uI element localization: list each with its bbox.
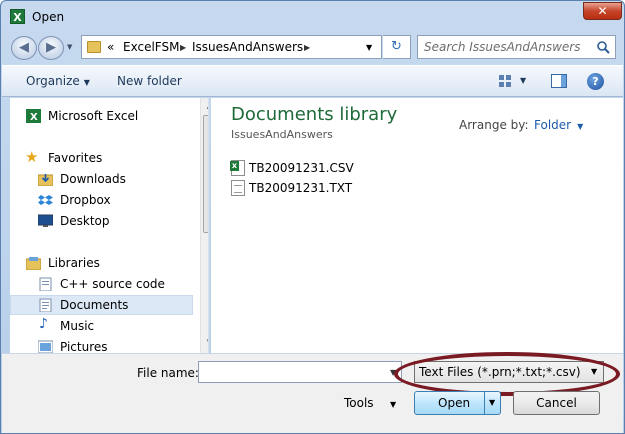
nav-item-label: Music <box>60 319 95 333</box>
chevron-down-icon: ▼ <box>577 122 584 131</box>
nav-item-dropbox[interactable]: Dropbox <box>10 190 193 210</box>
nav-item-label: C++ source code <box>60 277 165 291</box>
file-type-filter[interactable]: Text Files (*.prn;*.txt;*.csv) ▼ <box>414 361 604 383</box>
scroll-up-icon[interactable]: ▲ <box>201 98 208 114</box>
music-icon: ♪ <box>39 316 48 332</box>
nav-item-cpp-source-code[interactable]: C++ source code <box>10 274 193 294</box>
nav-scrollbar[interactable]: ▲ ▼ <box>200 98 208 353</box>
preview-pane-icon[interactable] <box>551 74 567 88</box>
open-dialog: X Open ✕ ◀ ▶ ▼ « ExcelFSM ▶ IssuesAndAns… <box>0 0 625 434</box>
scroll-thumb[interactable] <box>203 115 208 233</box>
open-dropdown-icon[interactable]: ▼ <box>489 398 495 407</box>
library-subtitle: IssuesAndAnswers <box>231 128 333 141</box>
nav-item-favorites[interactable]: ★ Favorites <box>10 148 193 168</box>
cancel-button[interactable]: Cancel <box>513 391 600 415</box>
dialog-footer: File name: ▼ Text Files (*.prn;*.txt;*.c… <box>2 352 623 433</box>
command-bar: Organize ▼ New folder ▼ ? <box>2 65 623 97</box>
close-button[interactable]: ✕ <box>583 2 622 20</box>
pictures-icon <box>38 340 53 353</box>
nav-item-label: Microsoft Excel <box>48 109 139 123</box>
file-type-value: Text Files (*.prn;*.txt;*.csv) <box>419 365 581 379</box>
address-bar[interactable]: « ExcelFSM ▶ IssuesAndAnswers ▶ ▼ <box>81 35 382 59</box>
nav-item-documents[interactable]: Documents <box>10 295 193 315</box>
file-name-input[interactable] <box>198 361 402 383</box>
arrange-by-dropdown[interactable]: Folder ▼ <box>534 118 583 132</box>
breadcrumb-separator[interactable]: ▶ <box>304 43 310 52</box>
forward-button[interactable]: ▶ <box>38 36 64 60</box>
address-overflow[interactable]: « <box>107 40 114 54</box>
search-input[interactable]: Search IssuesAndAnswers <box>417 35 616 59</box>
nav-item-label: Downloads <box>60 172 126 186</box>
search-icon <box>597 41 610 54</box>
nav-item-pictures[interactable]: Pictures <box>10 337 193 353</box>
file-name: TB20091231.TXT <box>249 181 353 195</box>
window-title: Open <box>32 10 65 24</box>
nav-item-music[interactable]: ♪ Music <box>10 316 193 336</box>
title-bar: X Open ✕ <box>1 1 624 31</box>
nav-item-microsoft-excel[interactable]: X Microsoft Excel <box>10 106 193 126</box>
breadcrumb-separator[interactable]: ▶ <box>180 43 186 52</box>
back-button[interactable]: ◀ <box>11 36 37 60</box>
nav-item-label: Desktop <box>60 214 110 228</box>
folder-icon <box>87 41 101 53</box>
nav-item-label: Libraries <box>48 256 100 270</box>
address-dropdown[interactable]: ▼ <box>366 43 372 52</box>
nav-item-label: Documents <box>60 298 129 312</box>
breadcrumb-excelfsm[interactable]: ExcelFSM <box>123 40 179 54</box>
file-name-label: File name: <box>137 366 199 380</box>
arrange-by-value: Folder <box>534 118 572 132</box>
file-list-pane: Documents library IssuesAndAnswers Arran… <box>211 98 623 353</box>
open-button[interactable]: Open ▼ <box>414 391 501 415</box>
excel-app-icon: X <box>10 9 25 24</box>
file-item-csv[interactable]: TB20091231.CSV <box>230 159 471 177</box>
nav-item-label: Dropbox <box>60 193 111 207</box>
dropbox-icon <box>38 195 53 205</box>
downloads-folder-icon <box>38 174 53 186</box>
nav-item-label: Favorites <box>48 151 103 165</box>
excel-icon: X <box>26 109 41 123</box>
tools-dropdown-icon[interactable]: ▼ <box>390 400 396 409</box>
views-dropdown-icon[interactable]: ▼ <box>520 76 526 85</box>
text-file-icon <box>231 180 245 196</box>
help-icon[interactable]: ? <box>587 73 604 90</box>
tools-button[interactable]: Tools <box>344 396 374 410</box>
navigation-pane: X Microsoft Excel ★ Favorites Downloads … <box>10 98 209 353</box>
library-title: Documents library <box>231 104 398 125</box>
organize-button[interactable]: Organize ▼ <box>26 74 90 88</box>
scroll-down-icon[interactable]: ▼ <box>201 334 208 350</box>
library-folder-icon <box>39 277 52 291</box>
svg-text:X: X <box>30 112 38 123</box>
desktop-icon <box>38 214 53 227</box>
open-label: Open <box>438 396 471 410</box>
views-icon[interactable] <box>498 74 512 88</box>
chevron-down-icon: ▼ <box>591 367 598 376</box>
nav-item-libraries[interactable]: Libraries <box>10 253 193 273</box>
documents-icon <box>39 298 52 312</box>
refresh-button[interactable]: ↻ <box>383 35 411 59</box>
nav-item-label: Pictures <box>60 340 108 353</box>
organize-label: Organize <box>26 74 80 88</box>
csv-file-icon <box>230 160 245 176</box>
libraries-icon <box>26 257 41 270</box>
new-folder-button[interactable]: New folder <box>117 74 182 88</box>
recent-locations-dropdown[interactable]: ▼ <box>67 43 72 51</box>
breadcrumb-issuesandanswers[interactable]: IssuesAndAnswers <box>192 40 303 54</box>
search-placeholder: Search IssuesAndAnswers <box>424 40 581 54</box>
split-divider <box>484 392 485 414</box>
star-icon: ★ <box>25 148 39 166</box>
file-name-dropdown-icon[interactable]: ▼ <box>390 368 396 377</box>
file-name: TB20091231.CSV <box>249 161 354 175</box>
arrange-by-label: Arrange by: <box>459 118 529 132</box>
chevron-down-icon: ▼ <box>83 78 90 87</box>
nav-item-downloads[interactable]: Downloads <box>10 169 193 189</box>
nav-item-desktop[interactable]: Desktop <box>10 211 193 231</box>
file-item-txt[interactable]: TB20091231.TXT <box>231 179 471 197</box>
